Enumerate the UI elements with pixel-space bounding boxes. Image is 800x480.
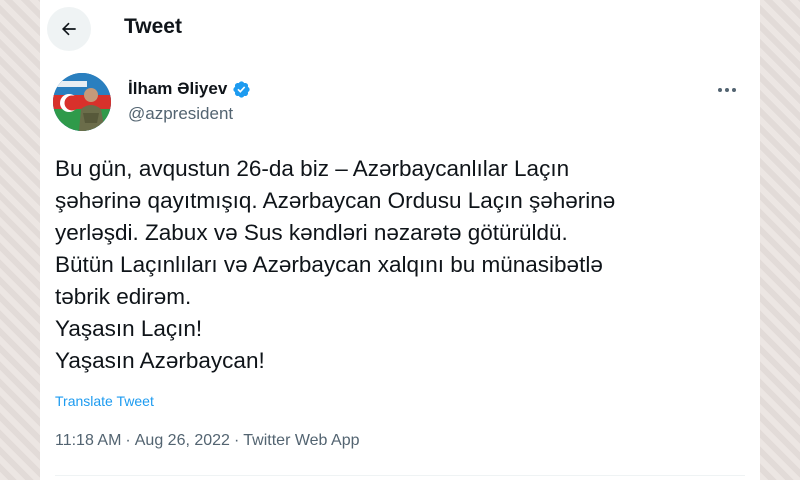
tweet-meta: 11:18 AM · Aug 26, 2022 · Twitter Web Ap… bbox=[55, 432, 359, 450]
back-button[interactable] bbox=[47, 7, 91, 51]
tweet-line: Yaşasın Azərbaycan! bbox=[55, 348, 265, 373]
background-left bbox=[0, 0, 40, 480]
translate-tweet-link[interactable]: Translate Tweet bbox=[55, 393, 154, 409]
tweet-header: Tweet bbox=[40, 0, 760, 58]
tweet-time[interactable]: 11:18 AM bbox=[55, 432, 121, 450]
meta-separator: · bbox=[233, 432, 240, 449]
author-name-row[interactable]: İlham Əliyev bbox=[128, 79, 251, 99]
tweet-source[interactable]: Twitter Web App bbox=[243, 432, 359, 450]
more-dots-icon bbox=[718, 88, 736, 92]
more-options-button[interactable] bbox=[710, 78, 744, 102]
divider bbox=[55, 475, 745, 476]
tweet-card: Tweet İlham Əliyev @azpresident Bu gün, … bbox=[40, 0, 760, 480]
author-handle[interactable]: @azpresident bbox=[128, 104, 233, 124]
author-name[interactable]: İlham Əliyev bbox=[128, 79, 227, 99]
tweet-date[interactable]: Aug 26, 2022 bbox=[135, 432, 230, 450]
tweet-line: Yaşasın Laçın! bbox=[55, 316, 203, 341]
background-right bbox=[760, 0, 800, 480]
tweet-line: şəhərinə qayıtmışıq. Azərbaycan Ordusu L… bbox=[55, 188, 616, 213]
tweet-text: Bu gün, avqustun 26-da biz – Azərbaycanl… bbox=[55, 153, 745, 377]
arrow-left-icon bbox=[61, 22, 76, 36]
tweet-line: təbrik edirəm. bbox=[55, 284, 192, 309]
verified-badge-icon bbox=[233, 80, 250, 98]
tweet-line: Bütün Laçınlıları və Azərbaycan xalqını … bbox=[55, 252, 603, 277]
avatar-image bbox=[53, 73, 111, 131]
meta-separator: · bbox=[125, 432, 131, 449]
tweet-line: yerləşdi. Zabux və Sus kəndləri nəzarətə… bbox=[55, 220, 568, 245]
page-title: Tweet bbox=[124, 15, 182, 38]
tweet-line: Bu gün, avqustun 26-da biz – Azərbaycanl… bbox=[55, 156, 570, 181]
avatar[interactable] bbox=[53, 73, 111, 131]
